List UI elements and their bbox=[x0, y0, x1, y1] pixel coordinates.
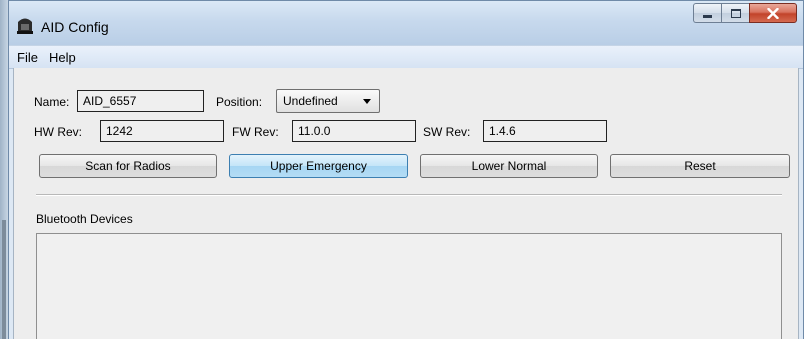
dropdown-arrow-icon bbox=[363, 99, 371, 104]
separator bbox=[36, 194, 782, 196]
desktop-background bbox=[0, 0, 8, 339]
maximize-icon bbox=[730, 8, 741, 18]
scan-for-radios-button[interactable]: Scan for Radios bbox=[39, 154, 217, 178]
fw-rev-field[interactable]: 11.0.0 bbox=[292, 120, 416, 142]
close-button[interactable] bbox=[749, 3, 797, 23]
menu-help[interactable]: Help bbox=[49, 50, 76, 65]
position-select-value: Undefined bbox=[283, 94, 338, 108]
window-title: AID Config bbox=[41, 19, 109, 35]
name-field[interactable]: AID_6557 bbox=[77, 90, 204, 112]
hw-rev-field[interactable]: 1242 bbox=[100, 120, 224, 142]
menu-bar: File Help bbox=[9, 45, 803, 69]
name-label: Name: bbox=[34, 95, 70, 109]
maximize-button[interactable] bbox=[721, 3, 749, 23]
position-label: Position: bbox=[216, 95, 263, 109]
fw-rev-label: FW Rev: bbox=[232, 125, 279, 139]
reset-button[interactable]: Reset bbox=[610, 154, 790, 178]
bluetooth-devices-label: Bluetooth Devices bbox=[36, 212, 133, 226]
bluetooth-devices-list[interactable] bbox=[36, 233, 782, 339]
main-panel: Name: AID_6557 Position: Undefined HW Re… bbox=[13, 68, 799, 339]
lower-normal-button[interactable]: Lower Normal bbox=[420, 154, 598, 178]
menu-file[interactable]: File bbox=[17, 50, 38, 65]
upper-emergency-button[interactable]: Upper Emergency bbox=[229, 154, 408, 178]
sw-rev-label: SW Rev: bbox=[423, 125, 471, 139]
title-bar[interactable]: AID Config bbox=[9, 1, 803, 45]
minimize-button[interactable] bbox=[693, 3, 721, 23]
minimize-icon bbox=[703, 15, 712, 18]
sw-rev-field[interactable]: 1.4.6 bbox=[483, 120, 607, 142]
app-window: AID Config File Help Name: AID_6557 Posi… bbox=[8, 0, 804, 339]
app-icon bbox=[17, 18, 33, 34]
close-icon bbox=[767, 7, 779, 19]
window-controls bbox=[693, 3, 797, 25]
hw-rev-label: HW Rev: bbox=[34, 125, 82, 139]
position-select[interactable]: Undefined bbox=[276, 89, 380, 113]
